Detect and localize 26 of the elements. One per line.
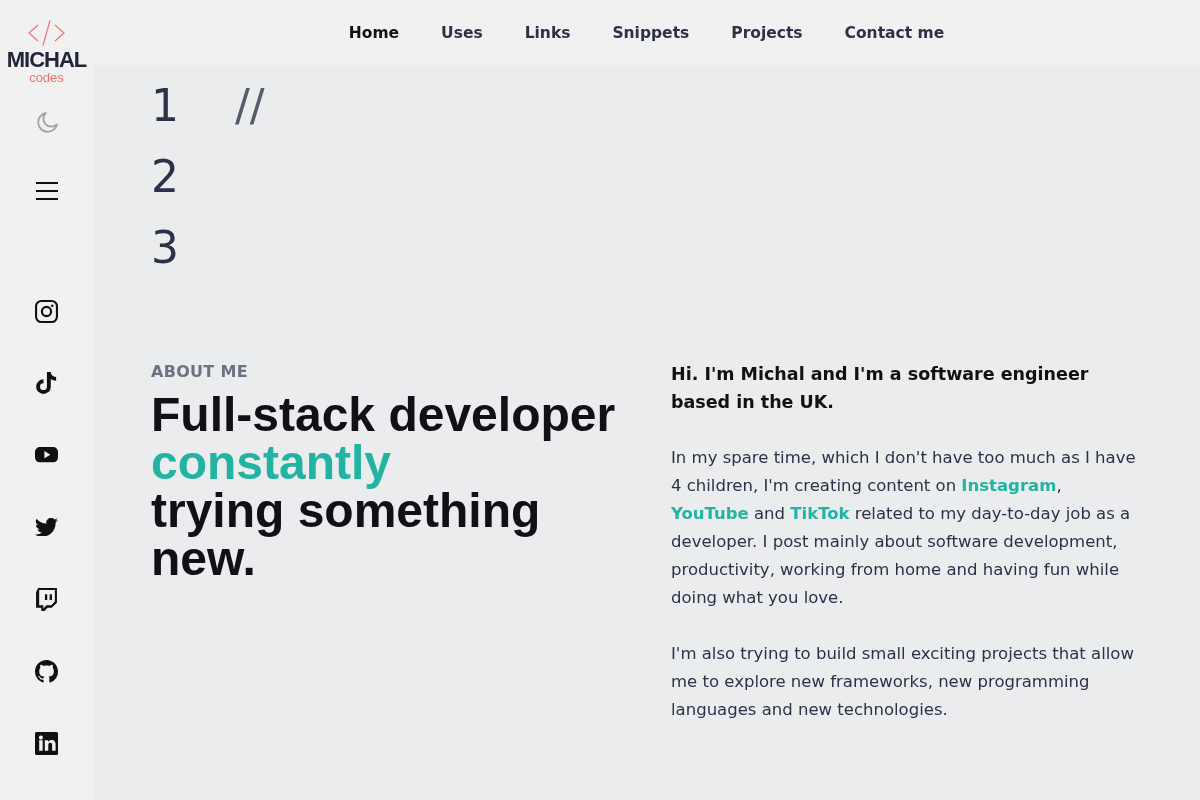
logo-name: MICHAL — [6, 49, 87, 71]
instagram-icon[interactable] — [35, 299, 58, 323]
headline: Full-stack developer constantly trying something new. — [151, 391, 617, 583]
youtube-icon[interactable] — [35, 447, 58, 463]
logo-tagline: codes — [29, 71, 64, 84]
nav-link[interactable]: Links — [524, 23, 571, 42]
line-number: 2 — [151, 150, 180, 204]
tiktok-icon[interactable] — [35, 371, 58, 395]
linkedin-icon[interactable] — [35, 731, 58, 755]
bio-paragraph: I'm also trying to build small exciting projects that allow me to explore new frameworks, new programming languages and new technologies. — [671, 643, 1135, 721]
twitch-icon[interactable] — [35, 587, 58, 611]
code-icon — [28, 20, 65, 46]
nav-link[interactable]: Projects — [731, 23, 803, 42]
menu-icon[interactable] — [35, 182, 58, 200]
line-number: 3 — [151, 221, 180, 275]
code-comment: // — [235, 79, 265, 133]
nav-link[interactable]: Home — [348, 23, 400, 42]
nav-link[interactable]: Uses — [441, 23, 483, 42]
section-label: ABOUT ME — [151, 361, 249, 383]
line-number: 1 — [151, 79, 180, 133]
intro-text: Hi. I'm Michal and I'm a software engineer based in the UK. — [671, 363, 1090, 414]
twitter-icon[interactable] — [35, 517, 58, 537]
nav-link[interactable]: Snippets — [612, 23, 690, 42]
nav-link[interactable]: Contact me — [844, 23, 945, 42]
bio-paragraph: In my spare time, which I don't have too much as I have 4 children, I'm creating content on Instagram, YouTube and TikTok related to my day-to-day job as a developer. I post mainly about software development, productivity, working from home and having fun while doing what you love. — [671, 447, 1137, 609]
github-icon[interactable] — [35, 659, 58, 683]
